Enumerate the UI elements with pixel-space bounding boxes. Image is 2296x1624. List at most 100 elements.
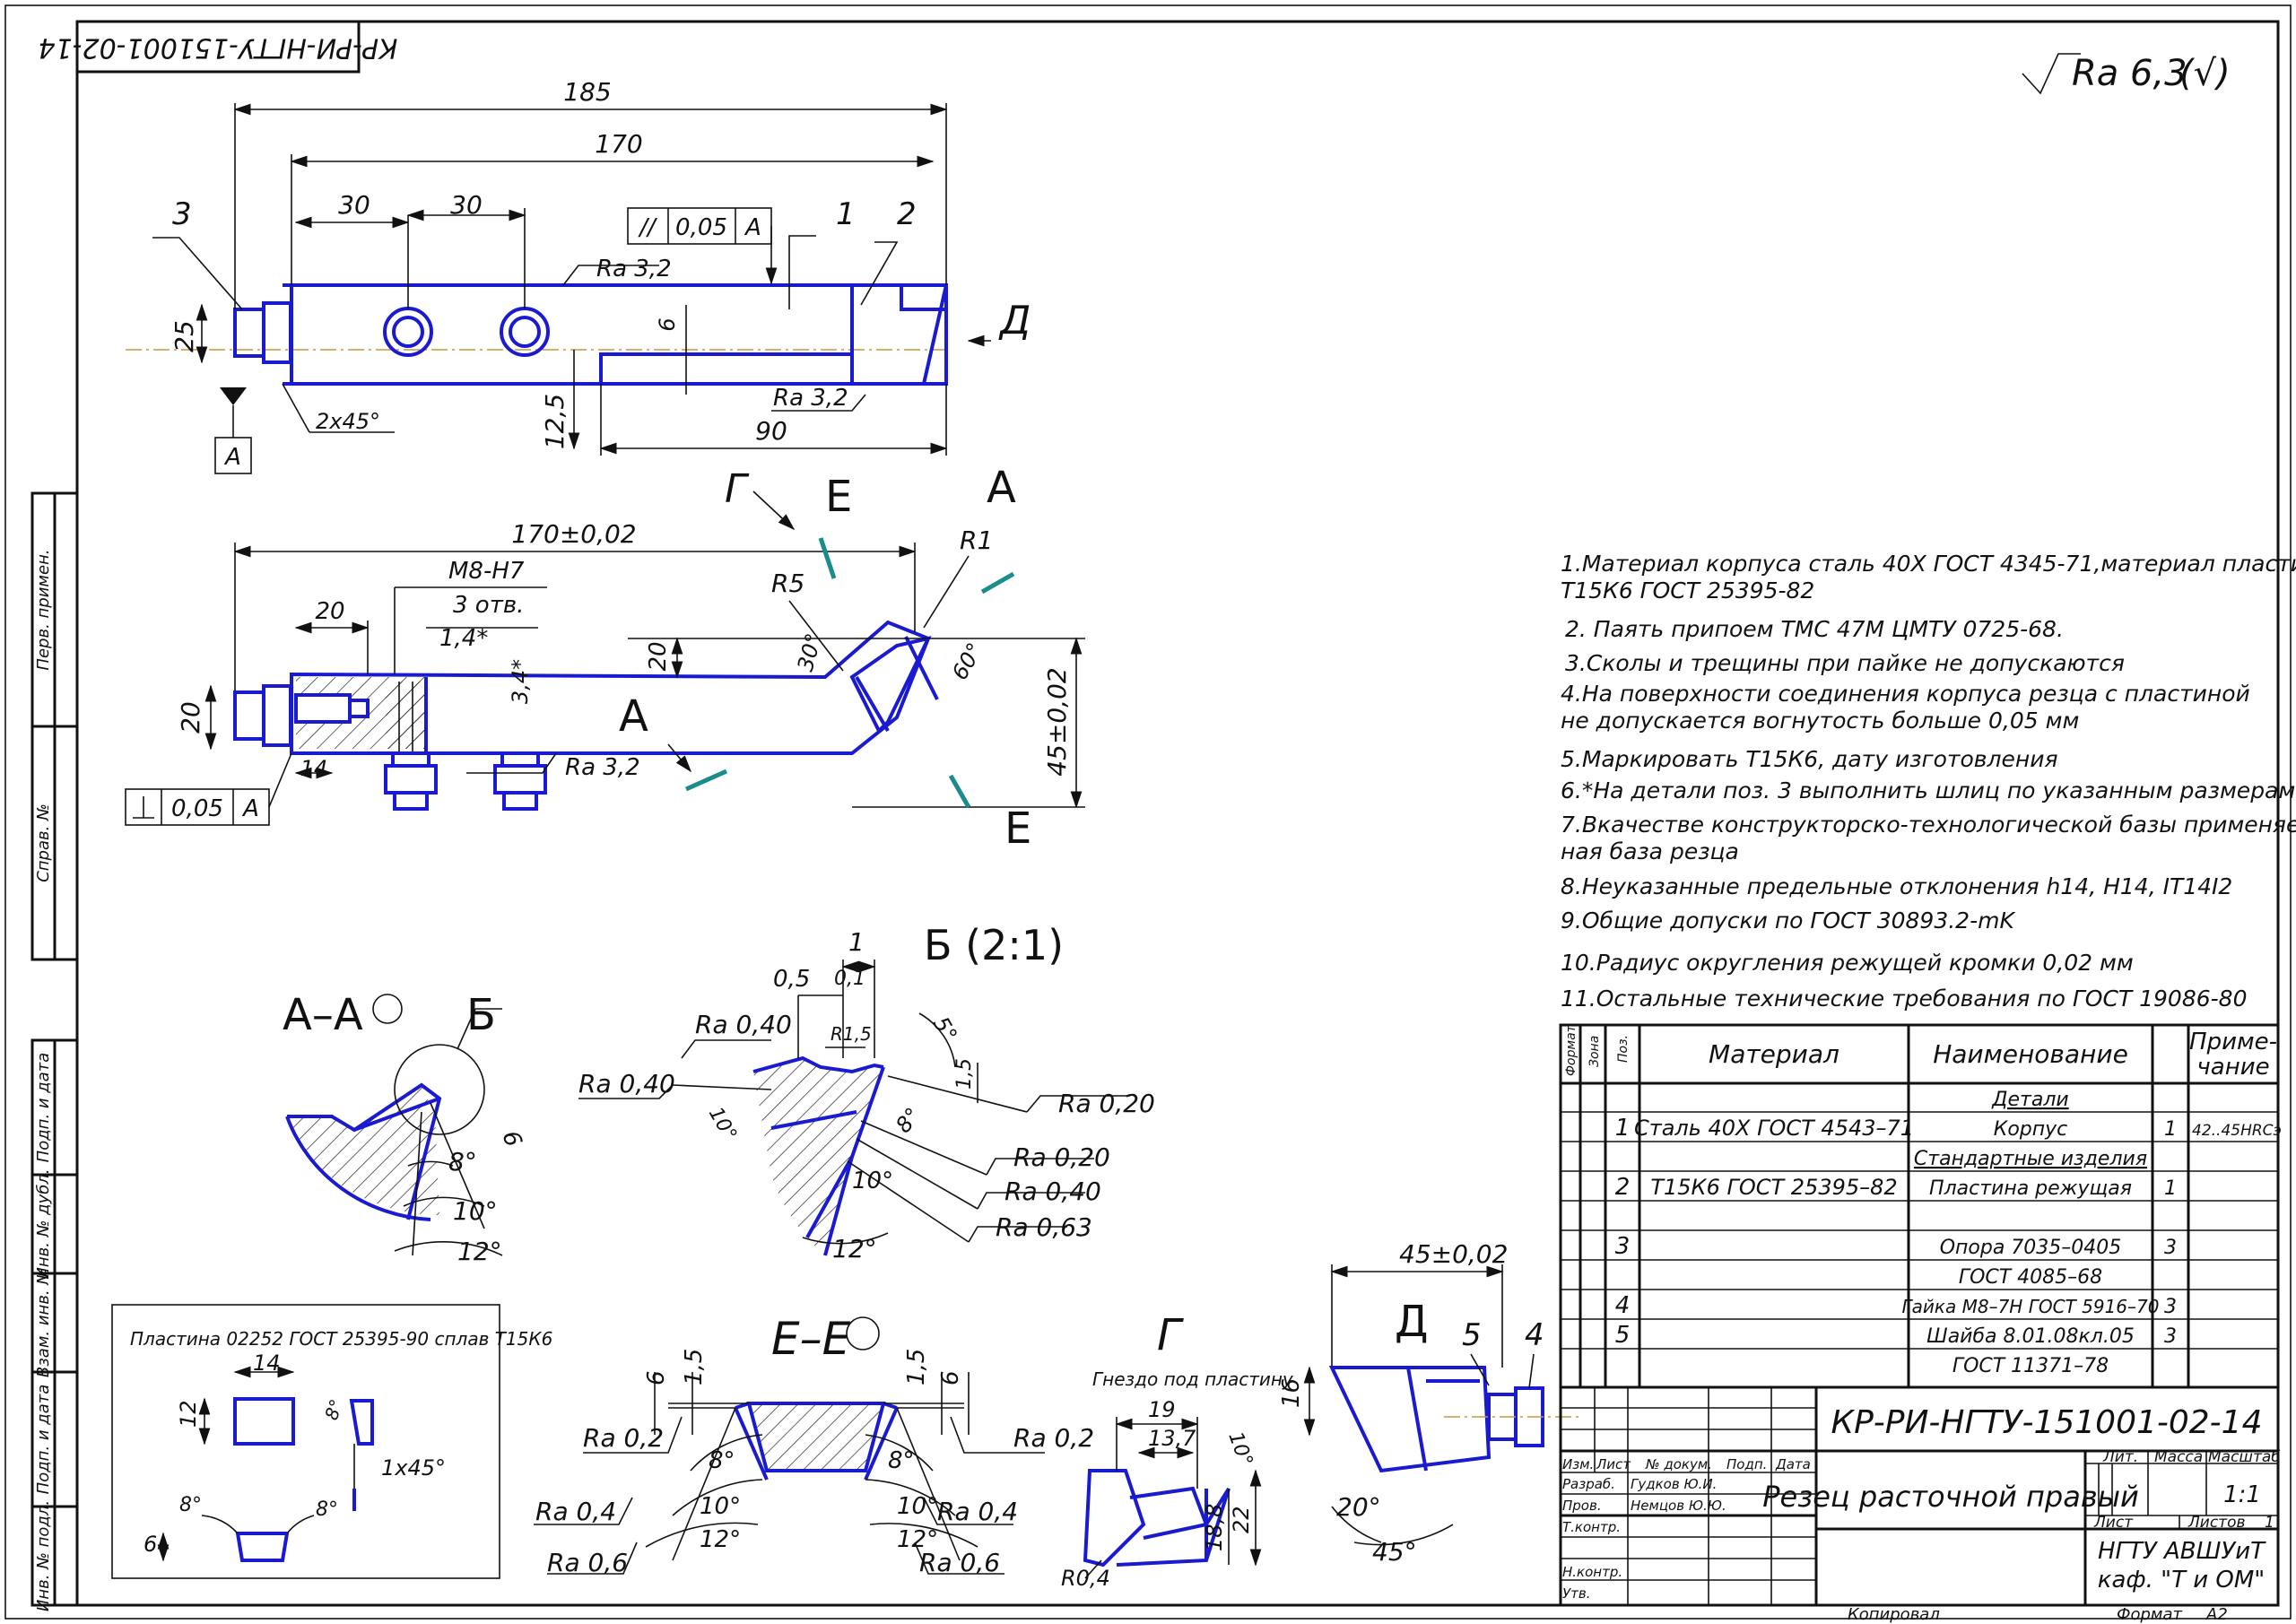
pos-3: 3 xyxy=(172,196,192,232)
view-g-subtitle: Гнездо под пластину xyxy=(1092,1368,1294,1390)
radius-r1: R1 xyxy=(960,525,993,555)
roughness-check: (√) xyxy=(2179,53,2231,94)
spec-row-1-name: Корпус xyxy=(1994,1118,2068,1141)
d-dim-45-tol: 45±0,02 xyxy=(1399,1239,1508,1269)
ee-angle-8-b: 8° xyxy=(888,1447,915,1474)
plate-angle-8-a: 8° xyxy=(320,1396,347,1423)
g-dim-13-7: 13,7 xyxy=(1148,1426,1196,1451)
perp-val: 0,05 xyxy=(171,795,223,822)
view-g-title: Г xyxy=(1157,1310,1184,1360)
tb-name: Резец расточной правый xyxy=(1762,1480,2139,1514)
plate-dim-12: 12 xyxy=(176,1400,201,1428)
g-dim-19: 19 xyxy=(1148,1397,1176,1422)
note-1-a: 1.Материал корпуса сталь 40Х ГОСТ 4345-7… xyxy=(1561,551,2296,577)
ee-ra-06-a: Ra 0,6 xyxy=(547,1548,628,1577)
tb-org-2: каф. "Т и ОМ" xyxy=(2098,1567,2266,1594)
section-e-e: Е–Е 6 1,5 1,5 6 Ra 0,2 Ra 0,2 Ra 0,4 Ra … xyxy=(534,1313,1094,1577)
thread-callout: M8-H7 xyxy=(448,558,525,585)
note-7-a: 7.Вкачестве конструкторско-технологическ… xyxy=(1561,812,2296,838)
tb-col-podp: Подп. xyxy=(1726,1456,1767,1472)
front-view: 170±0,02 M8-H7 3 отв. 1,4* 20 20 14 3,4*… xyxy=(125,463,1085,854)
note-6: 6.*На детали поз. 3 выполнить шлиц по ук… xyxy=(1561,777,2295,803)
spec-h-prim: Приме- xyxy=(2189,1029,2277,1055)
dim-25: 25 xyxy=(170,320,199,352)
general-roughness: Ra 6,3 (√) xyxy=(2022,53,2231,95)
note-10: 10.Радиус округления режущей кромки 0,02… xyxy=(1561,950,2134,976)
tb-tkontr: Т.контр. xyxy=(1562,1519,1621,1535)
base-a-label: A xyxy=(223,444,241,471)
dim-170: 170 xyxy=(595,129,642,159)
technical-notes: 1.Материал корпуса сталь 40Х ГОСТ 4345-7… xyxy=(1561,551,2296,1012)
aa-dim-6: 6 xyxy=(496,1127,526,1151)
pos-2: 2 xyxy=(897,196,917,232)
spec-row-6-name: Шайба 8.01.08кл.05 xyxy=(1926,1325,2135,1348)
d-angle-20: 20° xyxy=(1336,1492,1381,1522)
tb-massa: Масса xyxy=(2154,1448,2203,1466)
d-pos-5: 5 xyxy=(1462,1317,1482,1353)
drawing-sheet: КР-РИ-НГТУ-151001-02-14 Ra 6,3 (√) Перв.… xyxy=(4,4,2296,1624)
tb-razrab-name: Гудков Ю.И. xyxy=(1631,1476,1717,1492)
dim-45-tol: 45±0,02 xyxy=(1042,667,1072,776)
aa-angle-12: 12° xyxy=(457,1237,502,1266)
plate-angle-8-c: 8° xyxy=(316,1498,338,1521)
dim-30-a: 30 xyxy=(338,190,370,220)
tb-list: Лист xyxy=(2093,1514,2134,1532)
note-5: 5.Маркировать Т15К6, дату изготовления xyxy=(1561,746,2058,772)
spec-sec-details: Детали xyxy=(1991,1089,2068,1111)
g-dim-18-8: 18,8 xyxy=(1202,1504,1227,1551)
aa-angle-10: 10° xyxy=(453,1196,498,1226)
b-ra-040-a: Ra 0,40 xyxy=(695,1010,792,1039)
plate-dim-14: 14 xyxy=(253,1350,281,1376)
tb-col-doc: № докум. xyxy=(1645,1456,1712,1472)
ee-angle-8-a: 8° xyxy=(709,1447,735,1474)
dim-20-b: 20 xyxy=(176,701,205,734)
b-dim-1: 1 xyxy=(848,927,865,957)
spec-h-prim-2: чание xyxy=(2196,1054,2269,1081)
spec-row-5-poz: 4 xyxy=(1615,1292,1631,1319)
nuts-group xyxy=(384,751,547,811)
dim-20-a: 20 xyxy=(315,598,344,625)
g-angle-10: 10° xyxy=(1223,1429,1257,1470)
tb-col-list: Лист xyxy=(1596,1456,1631,1472)
note-3: 3.Сколы и трещины при пайке не допускают… xyxy=(1565,650,2125,676)
note-7-b: ная база резца xyxy=(1561,838,1739,864)
tb-razrab: Разраб. xyxy=(1562,1476,1615,1492)
section-a-a: А–А Б 8° 10° 12° 6 xyxy=(283,990,526,1266)
view-g: Г Гнездо под пластину 19 13,7 10° 18,8 2… xyxy=(1061,1310,1294,1591)
side-inv-podl: Инв. № подл. xyxy=(34,1500,53,1611)
dim-170-tol: 170±0,02 xyxy=(511,519,636,549)
plate-angle-8-b: 8° xyxy=(179,1494,202,1516)
radius-r5: R5 xyxy=(771,569,804,598)
aa-angle-8: 8° xyxy=(448,1147,477,1177)
tol-parallel-base: A xyxy=(744,214,761,241)
tb-col-izm: Изм. xyxy=(1562,1456,1594,1472)
pos-1: 1 xyxy=(836,196,856,232)
dim-14: 14 xyxy=(300,756,328,781)
ee-angle-10-a: 10° xyxy=(700,1493,741,1520)
note-4-a: 4.На поверхности соединения корпуса резц… xyxy=(1561,681,2250,707)
side-podp-data-2: Подп. и дата xyxy=(34,1385,53,1495)
b-r-1-5: R1,5 xyxy=(831,1023,872,1045)
b-angle-8: 8° xyxy=(891,1103,926,1138)
side-podp-data-1: Подп. и дата xyxy=(34,1053,53,1163)
d-dim-16: 16 xyxy=(1278,1378,1305,1408)
cut-label-e-2: Е xyxy=(1004,803,1031,854)
dim-3-4: 3,4* xyxy=(508,659,533,704)
tb-org-1: НГТУ АВШУиТ xyxy=(2098,1538,2266,1565)
plate-box: Пластина 02252 ГОСТ 25395-90 сплав Т15К6… xyxy=(111,1304,552,1579)
b-dim-0-5: 0,5 xyxy=(773,966,810,993)
ra-front: Ra 3,2 xyxy=(565,754,640,781)
ee-dim-1-5-a: 1,5 xyxy=(681,1349,708,1385)
note-1-b: Т15К6 ГОСТ 25395-82 xyxy=(1561,578,1814,604)
tb-lit: Лит. xyxy=(2102,1448,2138,1466)
plate-title: Пластина 02252 ГОСТ 25395-90 сплав Т15К6 xyxy=(130,1328,552,1350)
tol-parallel-val: 0,05 xyxy=(675,214,727,241)
b-angle-5: 5° xyxy=(928,1012,962,1046)
note-9: 9.Общие допуски по ГОСТ 30893.2-mK xyxy=(1561,908,2016,934)
b-ra-040-b: Ra 0,40 xyxy=(578,1069,675,1099)
d-pos-4: 4 xyxy=(1525,1317,1544,1353)
side-inv-dubl: Инв. № дубл. xyxy=(34,1168,53,1279)
spec-row-2-qty: 1 xyxy=(2164,1177,2177,1200)
top-view: 185 170 30 30 25 6 12,5 90 2x45° Ra 3,2 … xyxy=(126,77,1031,474)
spec-table: Формат Зона Поз. Материал Наименование П… xyxy=(1559,1023,2282,1389)
